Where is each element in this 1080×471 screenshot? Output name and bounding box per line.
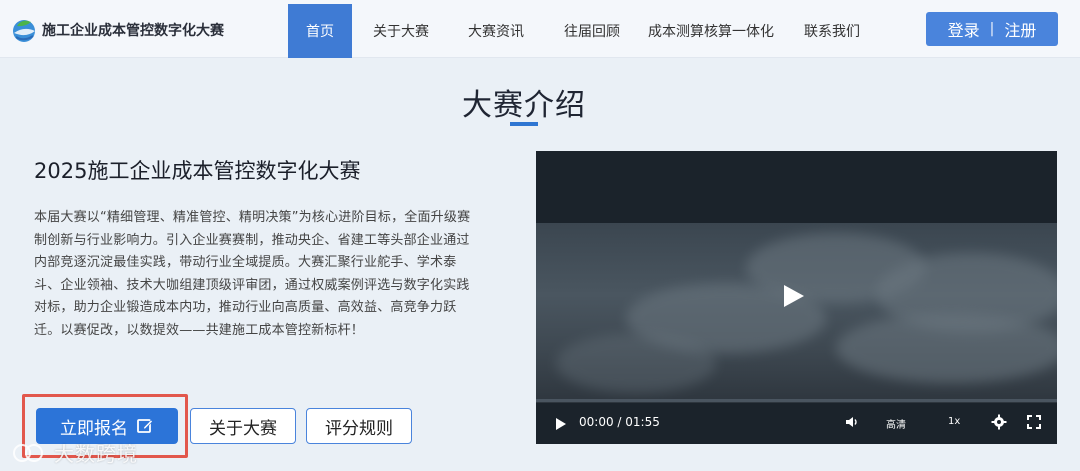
event-title: 2025施工企业成本管控数字化大赛: [34, 159, 361, 183]
top-header: 施工企业成本管控数字化大赛 首页 关于大赛 大赛资讯 往届回顾 成本测算核算一体…: [0, 0, 1080, 58]
quality-button[interactable]: 高清: [886, 416, 906, 431]
login-button[interactable]: 登录: [948, 17, 980, 41]
nav-item-review[interactable]: 往届回顾: [542, 4, 642, 58]
nav-item-home[interactable]: 首页: [288, 4, 352, 58]
speed-button[interactable]: 1x: [948, 416, 960, 427]
volume-icon[interactable]: [844, 414, 860, 430]
fullscreen-icon[interactable]: [1026, 414, 1042, 430]
register-now-label: 立即报名: [60, 418, 128, 439]
auth-separator: |: [989, 21, 995, 37]
nav-item-cost-integration[interactable]: 成本测算核算一体化: [642, 4, 780, 58]
title-underline: [510, 122, 538, 126]
section-title: 大赛介绍: [462, 88, 586, 123]
video-time: 00:00 / 01:55: [579, 415, 660, 429]
nav-item-contact[interactable]: 联系我们: [780, 4, 884, 58]
auth-button-group: 登录 | 注册: [926, 12, 1058, 46]
brand-logo[interactable]: 施工企业成本管控数字化大赛: [8, 14, 224, 46]
globe-leaf-logo-icon: [13, 20, 35, 42]
play-icon[interactable]: [556, 418, 566, 430]
event-description: 本届大赛以“精细管理、精准管控、精明决策”为核心进阶目标，全面升级赛制创新与行业…: [34, 210, 471, 338]
watermark-logo-icon: [13, 443, 43, 462]
about-contest-button[interactable]: 关于大赛: [190, 408, 296, 444]
video-player[interactable]: 00:00 / 01:55 高清 1x: [536, 151, 1057, 444]
nav-item-news[interactable]: 大赛资讯: [450, 4, 542, 58]
watermark-text: 大数跨境: [54, 442, 138, 466]
play-overlay-icon[interactable]: [784, 285, 804, 307]
watermark: 大数跨境: [10, 438, 138, 467]
video-controls: 00:00 / 01:55 高清 1x: [536, 403, 1057, 444]
scoring-rules-button[interactable]: 评分规则: [306, 408, 412, 444]
register-button[interactable]: 注册: [1004, 17, 1036, 41]
video-progress-bar[interactable]: [536, 399, 1057, 402]
nav-item-about[interactable]: 关于大赛: [352, 4, 450, 58]
video-frame: [536, 223, 1057, 403]
main-nav: 首页 关于大赛 大赛资讯 往届回顾 成本测算核算一体化 联系我们: [288, 4, 884, 58]
brand-name: 施工企业成本管控数字化大赛: [42, 23, 224, 39]
edit-icon: [137, 419, 153, 433]
settings-gear-icon[interactable]: [991, 414, 1007, 430]
